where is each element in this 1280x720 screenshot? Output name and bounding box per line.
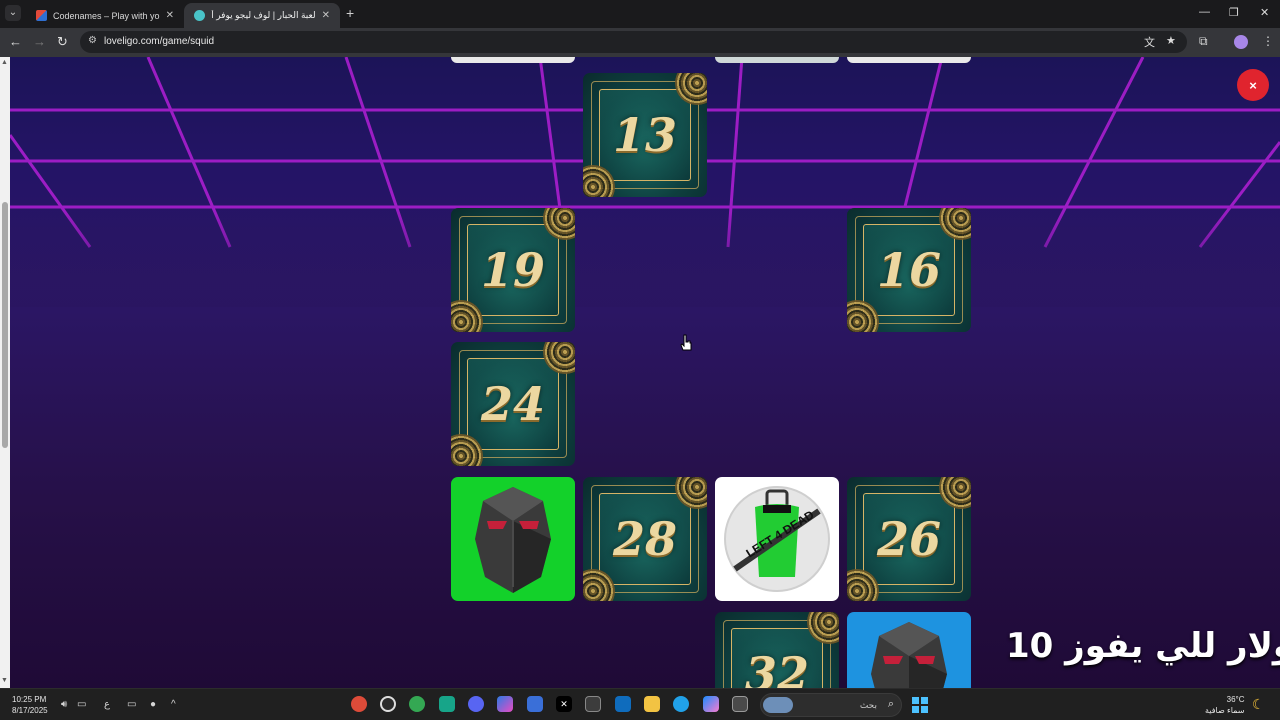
language-indicator[interactable]: ع (104, 699, 110, 710)
card-left-4-dead[interactable]: LEFT 4 DEAD (715, 477, 839, 601)
close-game-button[interactable]: × (1237, 69, 1269, 101)
x-icon[interactable]: ✕ (556, 696, 572, 712)
weather-widget[interactable]: 36°C سماء صافية (1205, 694, 1245, 716)
reload-icon[interactable]: ↻ (57, 34, 68, 50)
card-squid-mask-green[interactable] (451, 477, 575, 601)
hand-cursor-icon (680, 334, 692, 351)
scrollbar-thumb[interactable] (2, 202, 8, 448)
chrome-profile-icon[interactable] (409, 696, 425, 712)
card-number-label: 24 (480, 377, 545, 431)
scroll-up-icon[interactable]: ▲ (1, 59, 8, 66)
discord-icon[interactable] (468, 696, 484, 712)
close-window-icon[interactable]: ✕ (1260, 6, 1269, 19)
copilot-app-icon[interactable] (703, 696, 719, 712)
card-partial[interactable] (451, 57, 575, 63)
file-explorer-icon[interactable] (644, 696, 660, 712)
card-number-label: 13 (612, 108, 677, 162)
restore-icon[interactable]: ❐ (1229, 6, 1239, 19)
weather-temp: 36°C (1226, 695, 1245, 704)
browser-toolbar: ← → ↻ ⚙ loveligo.com/game/squid 文 ★ ⧉ ⋮ (0, 28, 1280, 57)
game-page: 13 19 16 24 28 LEFT 4 DEAD 26 32 × لار ل… (0, 57, 1280, 688)
network-icon[interactable]: ▭ (77, 699, 86, 710)
url-text[interactable]: loveligo.com/game/squid (104, 36, 214, 47)
volume-icon[interactable]: 🔊︎ (61, 699, 67, 710)
obs-icon[interactable] (380, 696, 396, 712)
extensions-icon[interactable]: ⧉ (1199, 34, 1208, 49)
whatsapp-icon[interactable] (439, 696, 455, 712)
squid-mask-icon (871, 622, 947, 688)
edge-icon[interactable] (673, 696, 689, 712)
card-number[interactable]: 26 (847, 477, 971, 601)
codenames-favicon-icon (36, 10, 47, 21)
bookmark-star-icon[interactable]: ★ (1166, 34, 1176, 47)
tab-squid-game[interactable]: لعبة الحبار | لوف ليجو يوفر أفضل ✕ (184, 3, 340, 28)
new-tab-button[interactable]: + (346, 5, 354, 21)
browser-tab-bar: ⌄ Codenames – Play with your Fri ✕ لعبة … (0, 0, 1280, 28)
display-icon[interactable]: ▭ (127, 699, 136, 710)
microphone-icon[interactable]: ● (150, 699, 156, 710)
scroll-down-icon[interactable]: ▼ (1, 677, 8, 684)
card-squid-mask-blue[interactable] (847, 612, 971, 688)
page-scrollbar[interactable]: ▲ ▼ (0, 57, 10, 688)
tab-title: لعبة الحبار | لوف ليجو يوفر أفضل (211, 10, 316, 20)
card-number-label: 19 (480, 243, 545, 297)
card-number[interactable]: 32 (715, 612, 839, 688)
card-number-label: 26 (876, 512, 941, 566)
chrome-icon[interactable] (351, 696, 367, 712)
search-placeholder: بحث (859, 700, 877, 710)
squid-mask-icon (475, 487, 551, 593)
windows-start-icon[interactable] (912, 697, 928, 713)
microsoft-store-icon[interactable] (527, 696, 543, 712)
promo-overlay-text: دولار للي يفوز 10 (1006, 626, 1280, 666)
tab-codenames[interactable]: Codenames – Play with your Fri ✕ (26, 3, 184, 28)
site-info-icon[interactable]: ⚙ (88, 35, 97, 46)
card-number-label: 16 (876, 243, 941, 297)
card-number[interactable]: 24 (451, 342, 575, 466)
files-icon[interactable] (585, 696, 601, 712)
menu-icon[interactable]: ⋮ (1262, 34, 1274, 48)
clock-time: 10:25 PM (12, 695, 47, 704)
card-number-label: 28 (612, 512, 677, 566)
translate-icon[interactable]: 文 (1144, 34, 1155, 50)
tab-title: Codenames – Play with your Fri (53, 10, 160, 21)
address-bar[interactable]: ⚙ loveligo.com/game/squid 文 ★ (80, 31, 1187, 53)
taskbar-search[interactable]: بحث ⌕ (760, 693, 902, 717)
windows-taskbar: 10:25 PM 8/17/2025 🔊︎ ▭ ع ▭ ● ^ ✕ بحث ⌕ … (0, 688, 1280, 720)
moon-icon: ☾ (1252, 696, 1265, 712)
search-icon: ⌕ (887, 698, 894, 710)
card-partial[interactable] (715, 57, 839, 63)
loveligo-favicon-icon (194, 10, 205, 21)
forward-icon[interactable]: → (33, 34, 46, 49)
search-highlight-image (763, 697, 793, 713)
card-number[interactable]: 28 (583, 477, 707, 601)
profile-avatar[interactable] (1234, 35, 1248, 49)
card-number[interactable]: 19 (451, 208, 575, 332)
clock-date: 8/17/2025 (12, 706, 48, 715)
copilot-icon[interactable] (497, 696, 513, 712)
tab-close-icon[interactable]: ✕ (166, 10, 174, 21)
card-number-label: 32 (744, 647, 809, 688)
search-tabs-icon[interactable]: ⌄ (5, 5, 21, 21)
weather-desc: سماء صافية (1205, 706, 1245, 715)
clock[interactable]: 10:25 PM 8/17/2025 (12, 694, 48, 716)
minimize-icon[interactable]: — (1199, 6, 1210, 18)
tray-chevron-icon[interactable]: ^ (171, 699, 176, 710)
back-icon[interactable]: ← (9, 34, 22, 49)
tab-close-icon[interactable]: ✕ (322, 10, 330, 21)
card-number[interactable]: 16 (847, 208, 971, 332)
outlook-icon[interactable] (615, 696, 631, 712)
card-number[interactable]: 13 (583, 73, 707, 197)
window-icon[interactable] (732, 696, 748, 712)
card-partial[interactable] (847, 57, 971, 63)
